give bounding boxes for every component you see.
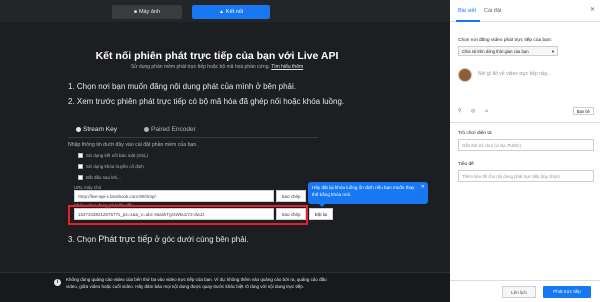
info-icon: i — [54, 279, 61, 286]
source-tabs-bar: ■ Máy ảnh ▲ Kết nối — [0, 0, 450, 22]
tab-connect[interactable]: ▲ Kết nối — [192, 5, 270, 19]
avatar — [458, 68, 472, 82]
destination-select[interactable]: Chia sẻ trên dòng thời gian của bạn ▼ — [458, 46, 558, 56]
location-icon[interactable]: ◎ — [471, 108, 475, 114]
checkbox-icon — [78, 153, 83, 159]
tooltip-arrow — [318, 203, 326, 207]
step-2: 2. Xem trước phiên phát trực tiếp có bộ … — [68, 97, 345, 106]
post-tools: ⚲ ◎ ☺ Bạn bè — [458, 107, 596, 118]
checkbox-icon — [78, 175, 83, 181]
server-url-field[interactable]: rtmp://live-api-s.facebook.com:80/rtmp/ — [74, 190, 274, 202]
step-3: 3. Chọn Phát trực tiếp ở góc dưới cùng b… — [68, 234, 249, 244]
game-label: Trò chơi điện tử — [458, 131, 492, 136]
radio-icon — [144, 126, 149, 132]
tab-settings[interactable]: Cài đặt — [484, 8, 501, 14]
tab-stream-key[interactable]: Stream Key — [76, 126, 117, 133]
learn-more-link[interactable]: Tìm hiểu thêm — [271, 64, 303, 70]
title-input[interactable]: Thêm tiêu đề cho nội dung phát trực tiếp… — [458, 170, 594, 182]
step-1: 1. Chọn nơi bạn muốn đăng nội dung phát … — [68, 82, 296, 91]
ad-policy-notice: i Không dùng quảng cáo video của bên thứ… — [0, 272, 450, 302]
divider — [450, 122, 600, 123]
chevron-down-icon: ▼ — [551, 49, 555, 54]
live-setup-area: ■ Máy ảnh ▲ Kết nối Kết nối phiên phát trự… — [0, 0, 450, 302]
close-icon[interactable]: ✕ — [590, 6, 595, 13]
tab-camera[interactable]: ■ Máy ảnh — [112, 5, 182, 19]
tab-post[interactable]: Bài viết — [458, 8, 476, 14]
audience-selector[interactable]: Bạn bè — [572, 107, 594, 115]
tab-paired-encoder[interactable]: Paired Encoder — [144, 126, 196, 133]
copy-url-button[interactable]: Sao chép — [276, 190, 306, 202]
destination-label: Chọn nơi đăng video phát trực tiếp của b… — [458, 38, 552, 43]
panel-tabs: Bài viết Cài đặt ✕ — [450, 0, 600, 22]
feeling-icon[interactable]: ☺ — [484, 108, 489, 114]
checkbox-icon — [78, 164, 83, 170]
post-text-input[interactable]: Nói gì đó về video trực tiếp này... — [478, 71, 551, 77]
schedule-button[interactable]: Lên lịch — [502, 286, 536, 298]
reset-key-button[interactable]: Đặt lại — [309, 208, 333, 220]
game-input[interactable]: Gắn thẻ trò chơi (ví dụ: PUBG) — [458, 139, 594, 151]
go-live-button[interactable]: Phát trực tiếp — [543, 286, 591, 298]
reset-tooltip: Hãy đặt lại khóa luồng ổn định nếu bạn m… — [308, 182, 428, 204]
camera-icon: ■ — [133, 9, 137, 15]
radio-icon — [76, 126, 81, 132]
page-subtitle: Sử dụng phần mềm phát trực tiếp hoặc bộ … — [130, 64, 304, 70]
connect-icon: ▲ — [218, 9, 224, 15]
stream-mode-tabs: Stream Key Paired Encoder — [68, 124, 318, 138]
post-panel: Bài viết Cài đặt ✕ Chọn nơi đăng video p… — [450, 0, 600, 302]
page-title: Kết nối phiên phát trực tiếp của bạn với… — [95, 50, 339, 62]
active-tab-indicator — [456, 20, 480, 22]
settings-note: Nhập thông tin dưới đây vào cài đặt phần… — [68, 142, 198, 148]
title-label: Tiêu đề — [458, 162, 474, 167]
start-after-checkbox[interactable]: Bắt đầu sau khi... — [78, 175, 121, 181]
close-icon[interactable]: ✕ — [421, 184, 425, 191]
stream-key-highlight — [68, 205, 308, 225]
panel-footer: Lên lịch Phát trực tiếp — [450, 280, 600, 302]
persistent-key-checkbox[interactable]: Sử dụng khóa truyền cố định — [78, 164, 144, 170]
ssl-checkbox[interactable]: Sử dụng kết nối bảo mật (SSL) — [78, 153, 148, 159]
tag-icon[interactable]: ⚲ — [458, 108, 462, 114]
